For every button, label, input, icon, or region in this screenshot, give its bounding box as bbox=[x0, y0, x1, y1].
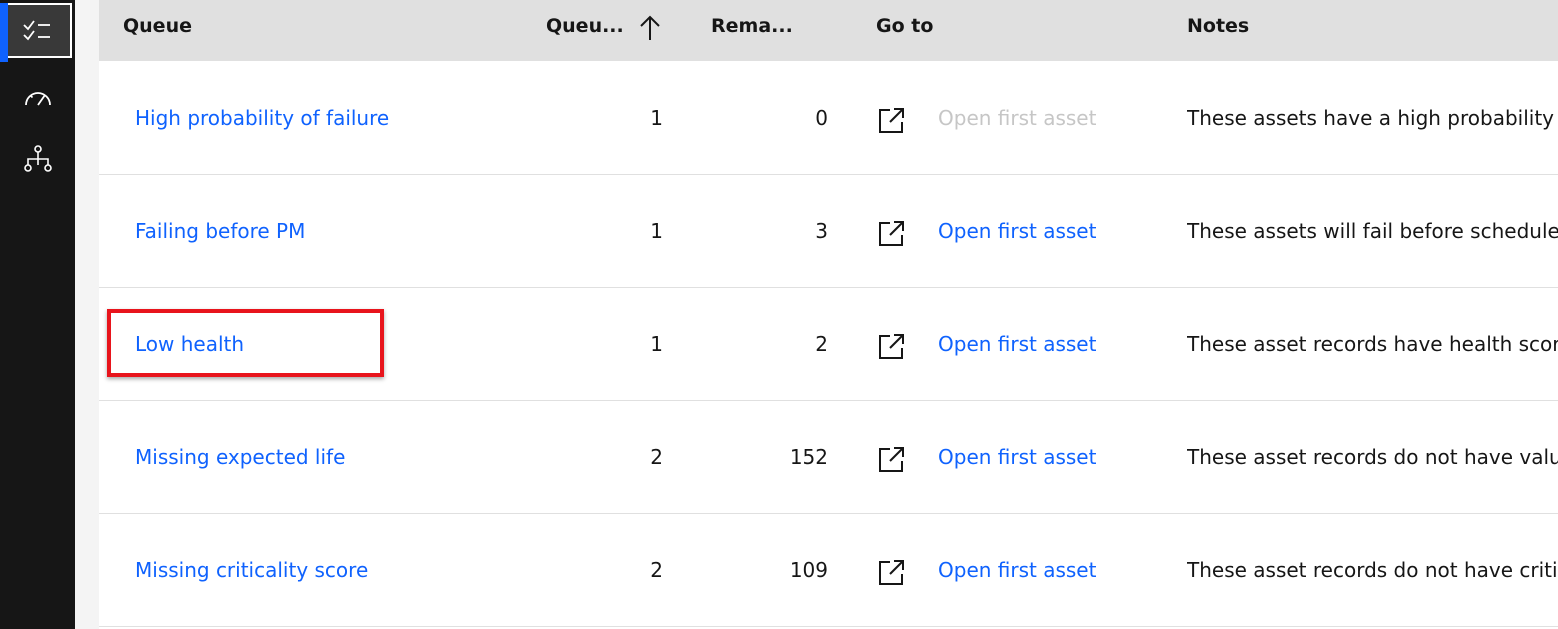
queue-count-value: 1 bbox=[650, 219, 663, 243]
hierarchy-icon bbox=[23, 144, 52, 172]
remaining-value: 0 bbox=[815, 106, 828, 130]
open-first-asset-link[interactable]: Open first asset bbox=[938, 175, 1096, 287]
launch-icon[interactable] bbox=[878, 445, 906, 473]
queue-count-value: 1 bbox=[650, 106, 663, 130]
notes-text: These asset records do not have values bbox=[1187, 445, 1558, 469]
queue-name-link[interactable]: Missing criticality score bbox=[135, 514, 368, 626]
queue-count-value: 2 bbox=[650, 558, 663, 582]
side-navigation bbox=[0, 0, 75, 629]
header-remaining[interactable]: Rema... bbox=[711, 0, 793, 61]
header-go-to: Go to bbox=[876, 15, 934, 37]
queue-name-link[interactable]: High probability of failure bbox=[135, 62, 389, 174]
open-first-asset-link[interactable]: Open first asset bbox=[938, 401, 1096, 513]
header-notes: Notes bbox=[1187, 15, 1250, 37]
queue-count-value: 1 bbox=[650, 332, 663, 356]
header-queue[interactable]: Queue bbox=[123, 0, 192, 61]
remaining-value: 2 bbox=[815, 332, 828, 356]
launch-icon[interactable] bbox=[878, 332, 906, 360]
launch-icon[interactable] bbox=[878, 106, 906, 134]
launch-icon[interactable] bbox=[878, 219, 906, 247]
table-row: High probability of failure 1 0 Open first … bbox=[99, 62, 1558, 175]
remaining-value: 109 bbox=[789, 558, 828, 582]
active-indicator bbox=[0, 3, 8, 62]
table-row: Failing before PM 1 3 Open first asset These… bbox=[99, 175, 1558, 288]
nav-item-dashboard[interactable] bbox=[3, 70, 72, 125]
header-queue-count[interactable]: Queu... bbox=[546, 0, 624, 61]
remaining-value: 3 bbox=[815, 219, 828, 243]
notes-text: These assets will fail before scheduled bbox=[1187, 219, 1558, 243]
table-header: Queue Queu... Rema... Go to Notes bbox=[99, 0, 1558, 61]
launch-icon[interactable] bbox=[878, 558, 906, 586]
queue-name-link[interactable]: Failing before PM bbox=[135, 175, 305, 287]
nav-item-hierarchy[interactable] bbox=[3, 131, 72, 186]
notes-text: These asset records do not have critica bbox=[1187, 558, 1558, 582]
queue-count-value: 2 bbox=[650, 445, 663, 469]
open-first-asset-link[interactable]: Open first asset bbox=[938, 288, 1096, 400]
queue-name-link[interactable]: Missing expected life bbox=[135, 401, 345, 513]
open-first-asset-link: Open first asset bbox=[938, 106, 1097, 130]
highlight-box bbox=[107, 309, 384, 377]
left-gutter bbox=[75, 0, 99, 629]
nav-item-task-list[interactable] bbox=[0, 3, 72, 62]
dashboard-gauge-icon bbox=[24, 91, 51, 106]
open-first-asset-link[interactable]: Open first asset bbox=[938, 514, 1096, 626]
table-row: Missing criticality score 2 109 Open first … bbox=[99, 514, 1558, 627]
table-row: Missing expected life 2 152 Open first asse… bbox=[99, 401, 1558, 514]
arrow-up-icon[interactable] bbox=[638, 14, 662, 42]
notes-text: These asset records have health scores bbox=[1187, 332, 1558, 356]
task-list-icon bbox=[22, 19, 50, 40]
remaining-value: 152 bbox=[789, 445, 828, 469]
notes-text: These assets have a high probability of bbox=[1187, 106, 1558, 130]
